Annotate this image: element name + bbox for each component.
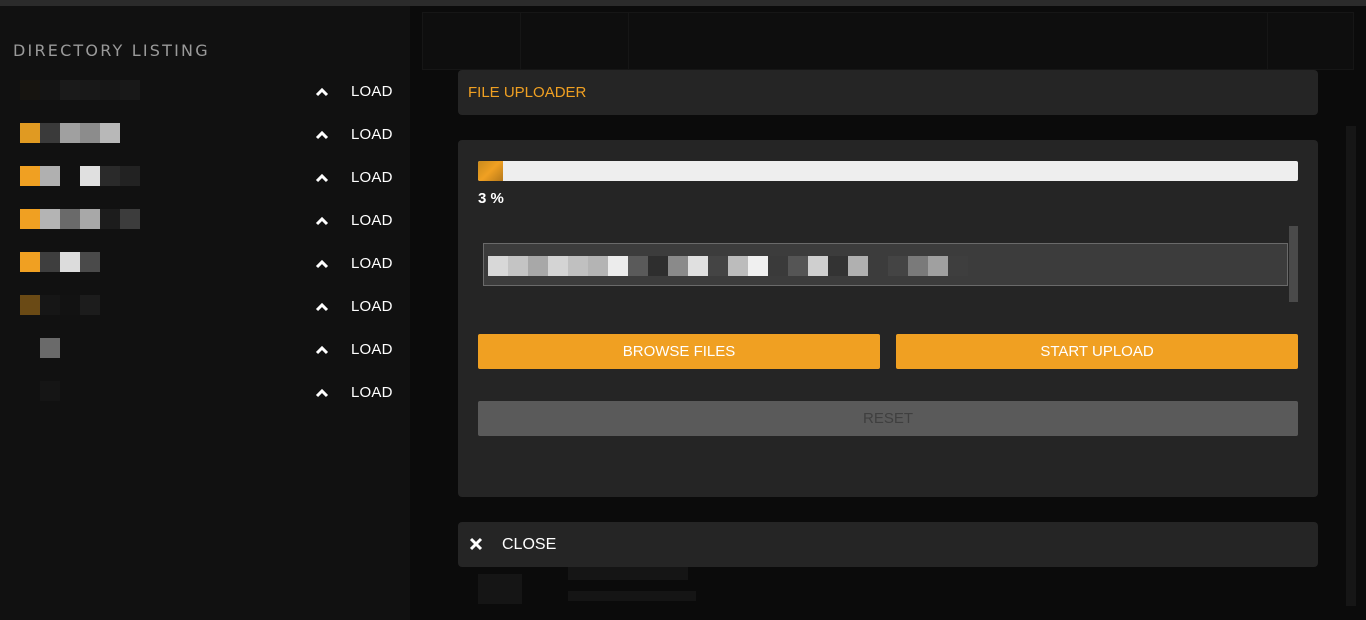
load-label: LOAD	[351, 83, 393, 100]
chevron-up-icon	[315, 302, 329, 311]
directory-name-redacted	[20, 209, 140, 229]
uploader-title: FILE UPLOADER	[468, 84, 587, 101]
directory-list: LOAD LOAD LOAD LOAD LOAD LOAD LOAD LOAD	[0, 73, 410, 417]
chevron-up-icon	[315, 388, 329, 397]
file-queue-list[interactable]	[483, 243, 1288, 286]
background-toolbar-cell	[521, 13, 629, 69]
directory-name-redacted	[20, 80, 140, 100]
background-scrollbar	[1346, 126, 1356, 606]
close-label: CLOSE	[502, 536, 557, 553]
directory-name-redacted	[20, 252, 100, 272]
load-button[interactable]: LOAD	[314, 212, 393, 229]
load-button[interactable]: LOAD	[314, 83, 393, 100]
directory-row: LOAD	[0, 202, 410, 245]
directory-row: LOAD	[0, 245, 410, 288]
load-button[interactable]: LOAD	[314, 169, 393, 186]
directory-name-redacted	[20, 338, 60, 358]
chevron-up-icon	[315, 345, 329, 354]
upload-progress-bar	[478, 161, 1298, 181]
load-label: LOAD	[351, 212, 393, 229]
load-label: LOAD	[351, 126, 393, 143]
directory-name-redacted	[20, 123, 120, 143]
load-label: LOAD	[351, 341, 393, 358]
directory-name-redacted	[20, 381, 60, 401]
reset-button[interactable]: RESET	[478, 401, 1298, 436]
background-text-line	[568, 591, 696, 601]
chevron-up-icon	[315, 216, 329, 225]
load-button[interactable]: LOAD	[314, 341, 393, 358]
directory-row: LOAD	[0, 73, 410, 116]
load-label: LOAD	[351, 384, 393, 401]
chevron-up-icon	[315, 173, 329, 182]
sidebar: DIRECTORY LISTING LOAD LOAD LOAD LOAD LO…	[0, 6, 410, 620]
close-button[interactable]: CLOSE	[458, 522, 1318, 567]
browse-files-button[interactable]: BROWSE FILES	[478, 334, 880, 369]
chevron-up-icon	[315, 259, 329, 268]
background-toolbar	[422, 12, 1354, 70]
file-list-scrollbar[interactable]	[1289, 226, 1298, 302]
load-button[interactable]: LOAD	[314, 384, 393, 401]
sidebar-title: DIRECTORY LISTING	[13, 41, 210, 60]
background-toolbar-cell	[1267, 13, 1268, 69]
load-label: LOAD	[351, 169, 393, 186]
upload-progress-text: 3 %	[478, 190, 504, 207]
uploader-body: 3 % BROWSE FILES START UPLOAD RESET	[458, 140, 1318, 497]
background-toolbar-cell	[423, 13, 521, 69]
directory-row: LOAD	[0, 374, 410, 417]
close-icon	[469, 537, 483, 551]
file-name-redacted	[488, 256, 968, 276]
chevron-up-icon	[315, 87, 329, 96]
directory-row: LOAD	[0, 116, 410, 159]
load-label: LOAD	[351, 298, 393, 315]
background-thumbnail	[478, 574, 522, 604]
load-button[interactable]: LOAD	[314, 298, 393, 315]
load-button[interactable]: LOAD	[314, 126, 393, 143]
directory-name-redacted	[20, 166, 140, 186]
chevron-up-icon	[315, 130, 329, 139]
directory-name-redacted	[20, 295, 100, 315]
directory-row: LOAD	[0, 159, 410, 202]
upload-progress-fill	[478, 161, 503, 181]
uploader-header: FILE UPLOADER	[458, 70, 1318, 115]
start-upload-button[interactable]: START UPLOAD	[896, 334, 1298, 369]
directory-row: LOAD	[0, 331, 410, 374]
load-label: LOAD	[351, 255, 393, 272]
background-text-line	[568, 566, 688, 580]
directory-row: LOAD	[0, 288, 410, 331]
load-button[interactable]: LOAD	[314, 255, 393, 272]
